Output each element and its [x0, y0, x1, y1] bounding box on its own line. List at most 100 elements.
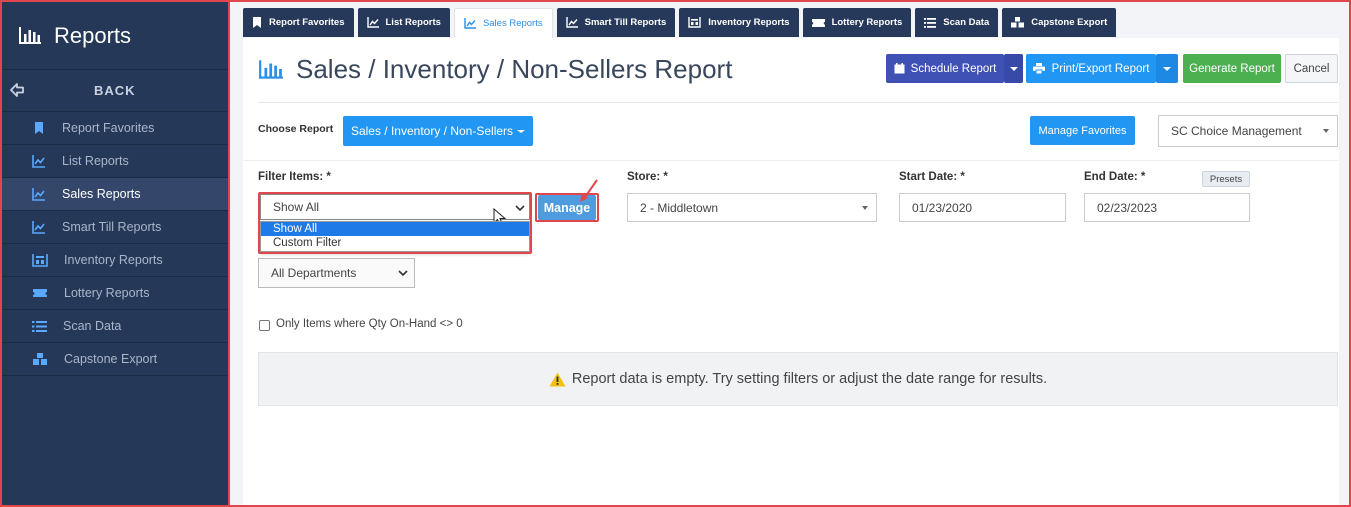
store-select[interactable]: 2 - Middletown: [627, 193, 877, 222]
page-title-text: Sales / Inventory / Non-Sellers Report: [296, 54, 733, 84]
schedule-report-dropdown[interactable]: [1004, 54, 1023, 83]
presets-label: Presets: [1209, 173, 1243, 185]
list-icon: [32, 320, 47, 332]
sidebar-item-label: Report Favorites: [62, 121, 155, 135]
sidebar-item-scan-data[interactable]: Scan Data: [2, 310, 228, 343]
tab-lottery-reports[interactable]: Lottery Reports: [802, 8, 912, 37]
choose-report-value: Sales / Inventory / Non-Sellers: [350, 124, 514, 138]
filter-items-label: Filter Items: *: [258, 171, 331, 183]
arrow-annotation-icon: [580, 179, 598, 202]
schedule-report-button[interactable]: Schedule Report: [886, 54, 1004, 83]
filter-items-select[interactable]: Show All: [260, 194, 530, 220]
page-title: Sales / Inventory / Non-Sellers Report: [258, 54, 732, 85]
sidebar-item-report-favorites[interactable]: Report Favorites: [2, 112, 228, 145]
sidebar-item-list-reports[interactable]: List Reports: [2, 145, 228, 178]
arrow-left-icon: [10, 83, 24, 97]
sidebar-item-label: Scan Data: [63, 319, 122, 333]
print-export-button[interactable]: Print/Export Report: [1026, 54, 1156, 83]
tab-label: Sales Reports: [482, 18, 543, 29]
chevron-down-icon: [862, 206, 868, 210]
filter-items-value: Show All: [273, 200, 320, 214]
sidebar-title: Reports: [54, 22, 132, 48]
sidebar-item-capstone-export[interactable]: Capstone Export: [2, 343, 228, 376]
tab-capstone-export[interactable]: Capstone Export: [1002, 8, 1117, 37]
end-date-input[interactable]: 02/23/2023: [1084, 193, 1250, 222]
section-divider: [244, 160, 1338, 161]
schedule-report-label: Schedule Report: [910, 62, 997, 75]
sidebar-header: Reports: [2, 2, 228, 70]
cancel-button[interactable]: Cancel: [1285, 54, 1338, 83]
warehouse-icon: [688, 17, 701, 28]
end-date-label: End Date: *: [1084, 171, 1146, 183]
tab-label: Report Favorites: [269, 17, 345, 28]
tab-smart-till-reports[interactable]: Smart Till Reports: [556, 8, 676, 37]
generate-report-label: Generate Report: [1189, 62, 1275, 75]
bookmark-icon: [35, 122, 43, 134]
report-tabs: Report Favorites List Reports Sales Repo…: [243, 8, 1120, 38]
empty-report-text: Report data is empty. Try setting filter…: [571, 371, 1048, 387]
tab-label: Capstone Export: [1031, 17, 1108, 28]
chart-line-icon: [32, 221, 45, 234]
tab-label: List Reports: [385, 17, 441, 28]
warehouse-icon: [32, 254, 48, 267]
sidebar-item-lottery-reports[interactable]: Lottery Reports: [2, 277, 228, 310]
empty-report-message: Report data is empty. Try setting filter…: [258, 352, 1338, 406]
sidebar-item-sales-reports[interactable]: Sales Reports: [2, 178, 228, 211]
tab-label: Lottery Reports: [831, 17, 903, 28]
generate-report-button[interactable]: Generate Report: [1183, 54, 1281, 83]
tab-report-favorites[interactable]: Report Favorites: [243, 8, 354, 37]
sidebar-item-label: Smart Till Reports: [62, 220, 162, 234]
header-divider: [258, 102, 1338, 103]
sidebar-item-inventory-reports[interactable]: Inventory Reports: [2, 244, 228, 277]
chevron-down-icon: [517, 129, 526, 133]
start-date-label: Start Date: *: [899, 171, 965, 183]
chevron-down-icon: [1009, 66, 1018, 71]
filter-items-options: Show All Custom Filter: [260, 221, 530, 252]
chart-line-icon: [32, 155, 45, 168]
list-icon: [924, 17, 937, 28]
sidebar-item-label: Capstone Export: [64, 352, 158, 366]
manage-favorites-label: Manage Favorites: [1038, 124, 1127, 137]
sidebar-item-smart-till-reports[interactable]: Smart Till Reports: [2, 211, 228, 244]
ticket-icon: [33, 289, 47, 297]
printer-icon: [1032, 63, 1045, 74]
company-select[interactable]: SC Choice Management: [1158, 115, 1338, 147]
cubes-icon: [33, 353, 47, 365]
chart-line-icon: [32, 188, 45, 201]
manage-favorites-button[interactable]: Manage Favorites: [1030, 116, 1135, 145]
department-value: All Departments: [271, 266, 357, 280]
bar-chart-icon: [19, 26, 41, 44]
sidebar-item-label: Inventory Reports: [64, 253, 163, 267]
tab-inventory-reports[interactable]: Inventory Reports: [679, 8, 799, 37]
option-custom-filter[interactable]: Custom Filter: [261, 236, 529, 250]
back-button[interactable]: BACK: [2, 70, 228, 112]
warning-icon: [549, 372, 566, 386]
sidebar-item-label: List Reports: [62, 154, 129, 168]
tab-sales-reports[interactable]: Sales Reports: [453, 8, 553, 38]
store-value: 2 - Middletown: [640, 200, 719, 215]
sidebar-item-label: Lottery Reports: [64, 286, 150, 300]
company-value: SC Choice Management: [1171, 124, 1302, 138]
tab-scan-data[interactable]: Scan Data: [915, 8, 999, 37]
start-date-value: 01/23/2020: [912, 200, 973, 215]
choose-report-label: Choose Report: [258, 123, 334, 135]
end-date-value: 02/23/2023: [1097, 200, 1158, 215]
print-export-dropdown[interactable]: [1156, 54, 1178, 83]
presets-button[interactable]: Presets: [1202, 171, 1250, 187]
choose-report-dropdown[interactable]: Sales / Inventory / Non-Sellers: [343, 116, 533, 146]
tab-label: Inventory Reports: [708, 17, 790, 28]
bookmark-icon: [253, 17, 261, 28]
chevron-down-icon: [1163, 66, 1171, 71]
chevron-down-icon: [515, 205, 525, 211]
ticket-icon: [811, 18, 825, 27]
department-select[interactable]: All Departments: [258, 258, 415, 288]
store-label: Store: *: [627, 171, 668, 183]
tab-list-reports[interactable]: List Reports: [357, 8, 450, 37]
chart-line-icon: [464, 18, 476, 29]
option-show-all[interactable]: Show All: [261, 222, 529, 236]
qty-onhand-label: Only Items where Qty On-Hand <> 0: [276, 318, 463, 330]
chevron-down-icon: [398, 270, 408, 276]
qty-onhand-checkbox[interactable]: [259, 320, 270, 331]
start-date-input[interactable]: 01/23/2020: [899, 193, 1066, 222]
calendar-icon: [894, 63, 905, 74]
